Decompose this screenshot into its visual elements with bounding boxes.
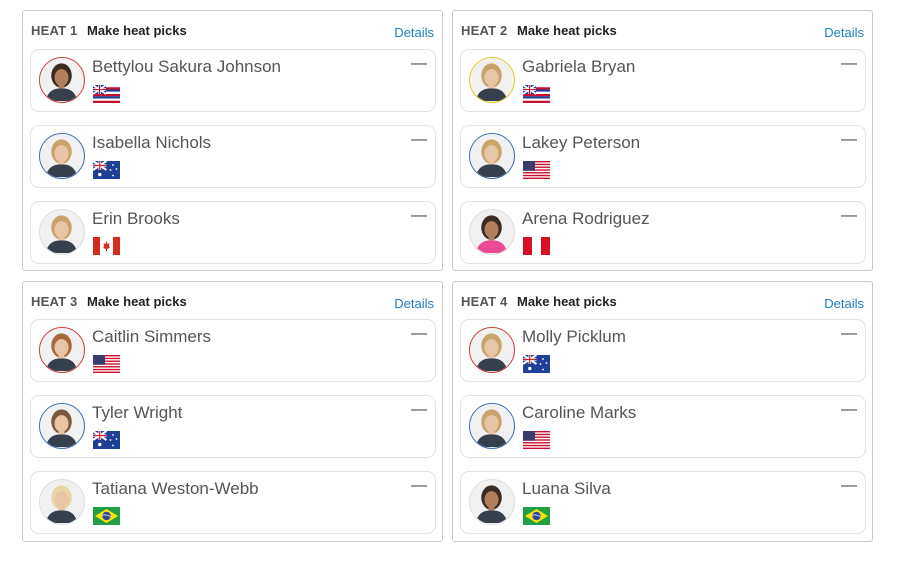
pick-status: — <box>411 477 427 494</box>
make-heat-picks-label: Make heat picks <box>517 23 617 38</box>
heat-title: HEAT 1 <box>31 23 78 38</box>
peru-flag-icon <box>523 237 550 255</box>
surfer-name: Gabriela Bryan <box>522 57 636 76</box>
brazil-flag-icon <box>93 507 120 525</box>
australia-flag-icon <box>93 161 120 179</box>
surfer-card[interactable]: Tatiana Weston-Webb — <box>30 471 436 534</box>
pick-status: — <box>411 131 427 148</box>
pick-status: — <box>411 207 427 224</box>
heat-3-details-link[interactable]: Details <box>394 296 434 311</box>
surfer-card[interactable]: Caroline Marks — <box>460 395 866 458</box>
heat-1-details-link[interactable]: Details <box>394 25 434 40</box>
heat-2-details-link[interactable]: Details <box>824 25 864 40</box>
surfer-avatar <box>39 209 85 255</box>
surfer-avatar <box>469 57 515 103</box>
surfer-name: Molly Picklum <box>522 327 626 346</box>
pick-status: — <box>841 207 857 224</box>
heat-title: HEAT 3 <box>31 294 78 309</box>
surfer-card[interactable]: Erin Brooks — <box>30 201 436 264</box>
pick-status: — <box>841 131 857 148</box>
surfer-avatar <box>469 133 515 179</box>
pick-status: — <box>841 55 857 72</box>
heat-4-details-link[interactable]: Details <box>824 296 864 311</box>
australia-flag-icon <box>93 431 120 449</box>
heat-card-1: HEAT 1 Make heat picks Details Bettylou … <box>22 10 443 271</box>
pick-status: — <box>841 477 857 494</box>
surfer-avatar <box>469 209 515 255</box>
usa-flag-icon <box>523 161 550 179</box>
surfer-name: Luana Silva <box>522 479 611 498</box>
surfer-name: Caitlin Simmers <box>92 327 212 346</box>
surfer-name: Bettylou Sakura Johnson <box>92 57 282 76</box>
surfer-avatar <box>469 327 515 373</box>
surfer-name: Arena Rodriguez <box>522 209 650 228</box>
surfer-avatar <box>39 133 85 179</box>
canada-flag-icon <box>93 237 120 255</box>
surfer-card[interactable]: Molly Picklum — <box>460 319 866 382</box>
surfer-card[interactable]: Gabriela Bryan — <box>460 49 866 112</box>
surfer-name: Tatiana Weston-Webb <box>92 479 259 498</box>
heat-card-2: HEAT 2 Make heat picks Details Gabriela … <box>452 10 873 271</box>
usa-flag-icon <box>523 431 550 449</box>
make-heat-picks-label: Make heat picks <box>87 294 187 309</box>
heat-title: HEAT 2 <box>461 23 508 38</box>
surfer-avatar <box>469 403 515 449</box>
surfer-name: Lakey Peterson <box>522 133 641 152</box>
surfer-card[interactable]: Caitlin Simmers — <box>30 319 436 382</box>
heat-card-3: HEAT 3 Make heat picks Details Caitlin S… <box>22 281 443 542</box>
pick-status: — <box>411 55 427 72</box>
surfer-avatar <box>39 327 85 373</box>
australia-flag-icon <box>523 355 550 373</box>
surfer-avatar <box>469 479 515 525</box>
pick-status: — <box>841 325 857 342</box>
usa-flag-icon <box>93 355 120 373</box>
surfer-avatar <box>39 403 85 449</box>
pick-status: — <box>411 401 427 418</box>
make-heat-picks-label: Make heat picks <box>87 23 187 38</box>
surfer-name: Caroline Marks <box>522 403 637 422</box>
heat-card-4: HEAT 4 Make heat picks Details Molly Pic… <box>452 281 873 542</box>
surfer-card[interactable]: Isabella Nichols — <box>30 125 436 188</box>
hawaii-flag-icon <box>523 85 550 103</box>
hawaii-flag-icon <box>93 85 120 103</box>
surfer-name: Tyler Wright <box>92 403 183 422</box>
pick-status: — <box>841 401 857 418</box>
pick-status: — <box>411 325 427 342</box>
surfer-card[interactable]: Luana Silva — <box>460 471 866 534</box>
surfer-card[interactable]: Arena Rodriguez — <box>460 201 866 264</box>
surfer-avatar <box>39 57 85 103</box>
surfer-card[interactable]: Lakey Peterson — <box>460 125 866 188</box>
surfer-card[interactable]: Bettylou Sakura Johnson — <box>30 49 436 112</box>
surfer-card[interactable]: Tyler Wright — <box>30 395 436 458</box>
make-heat-picks-label: Make heat picks <box>517 294 617 309</box>
surfer-name: Erin Brooks <box>92 209 180 228</box>
brazil-flag-icon <box>523 507 550 525</box>
surfer-name: Isabella Nichols <box>92 133 212 152</box>
surfer-avatar <box>39 479 85 525</box>
heat-title: HEAT 4 <box>461 294 508 309</box>
